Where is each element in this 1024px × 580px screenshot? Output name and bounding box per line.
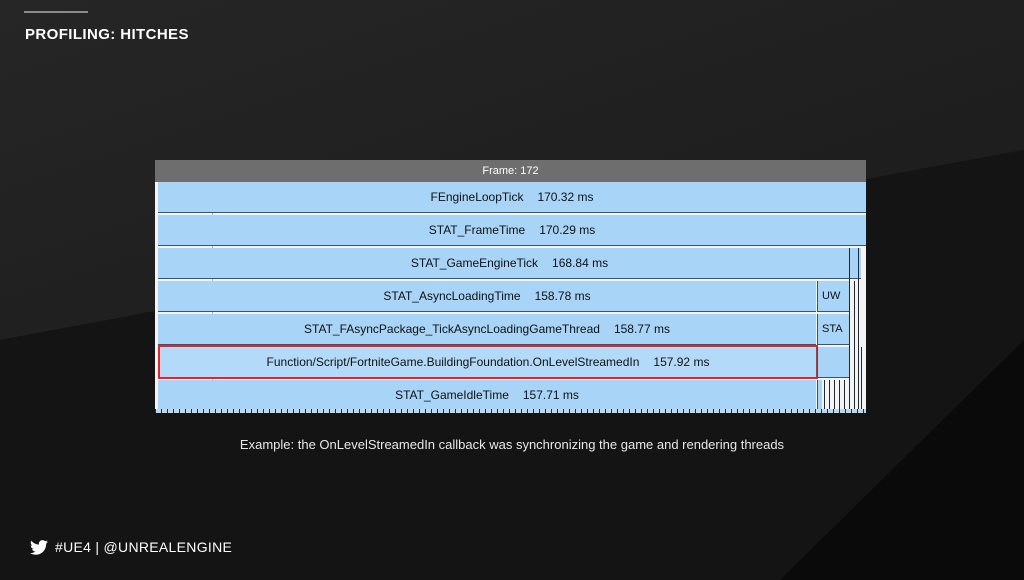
side-bar-label: STA xyxy=(822,323,843,335)
timeline-bar[interactable]: STAT_AsyncLoadingTime 158.78 ms xyxy=(158,281,816,312)
timeline-tick xyxy=(839,380,840,409)
footer: #UE4 | @UNREALENGINE xyxy=(30,539,232,555)
timeline-tick xyxy=(861,347,862,409)
timeline-tick xyxy=(824,380,825,409)
timeline-tick xyxy=(858,248,859,409)
bar-name: STAT_FAsyncPackage_TickAsyncLoadingGameT… xyxy=(304,322,600,336)
bar-time: 158.78 ms xyxy=(534,289,591,303)
timeline-tick xyxy=(849,248,850,409)
highlighted-timeline-bar[interactable]: Function/Script/FortniteGame.BuildingFou… xyxy=(158,345,818,379)
frame-header: Frame: 172 xyxy=(155,160,866,182)
timeline-bar[interactable]: STAT_FrameTime 170.29 ms xyxy=(158,215,866,246)
bar-time: 158.77 ms xyxy=(613,322,670,336)
footer-handle: #UE4 | @UNREALENGINE xyxy=(55,539,233,555)
bar-time: 168.84 ms xyxy=(552,256,609,270)
side-bar-label: UW xyxy=(822,290,841,302)
bar-name: FEngineLoopTick xyxy=(430,190,524,204)
bar-time: 170.29 ms xyxy=(539,223,596,237)
bar-name: STAT_FrameTime xyxy=(428,223,526,237)
timeline-tick xyxy=(829,380,830,409)
side-bar-block[interactable] xyxy=(817,347,849,378)
timeline-tick xyxy=(834,380,835,409)
timeline-bar[interactable]: STAT_FAsyncPackage_TickAsyncLoadingGameT… xyxy=(158,314,816,345)
side-bar-block[interactable]: UW xyxy=(817,281,849,312)
timeline-bar[interactable]: STAT_GameEngineTick 168.84 ms xyxy=(158,248,861,279)
twitter-bird-icon xyxy=(30,539,48,555)
bar-name: Function/Script/FortniteGame.BuildingFou… xyxy=(266,355,640,369)
bar-time: 157.92 ms xyxy=(653,355,710,369)
bar-name: STAT_GameEngineTick xyxy=(410,256,539,270)
slide-caption: Example: the OnLevelStreamedIn callback … xyxy=(239,437,785,452)
bar-time: 170.32 ms xyxy=(537,190,594,204)
bar-name: STAT_AsyncLoadingTime xyxy=(383,289,521,303)
timeline-tick xyxy=(854,281,855,409)
bar-time: 157.71 ms xyxy=(522,388,579,402)
profiler-timeline: Frame: 172 FEngineLoopTick 170.32 ms STA… xyxy=(155,160,866,413)
bar-name: STAT_GameIdleTime xyxy=(395,388,509,402)
timeline-bar[interactable]: FEngineLoopTick 170.32 ms xyxy=(158,182,866,213)
title-rule xyxy=(24,11,88,13)
slide-title: PROFILING: HITCHES xyxy=(25,26,189,43)
timeline-tick xyxy=(844,380,845,409)
side-bar-block[interactable] xyxy=(817,380,822,411)
side-bar-block[interactable]: STA xyxy=(817,314,849,345)
timeline-ruler xyxy=(155,409,866,413)
timeline-bar[interactable]: STAT_GameIdleTime 157.71 ms xyxy=(158,380,816,411)
